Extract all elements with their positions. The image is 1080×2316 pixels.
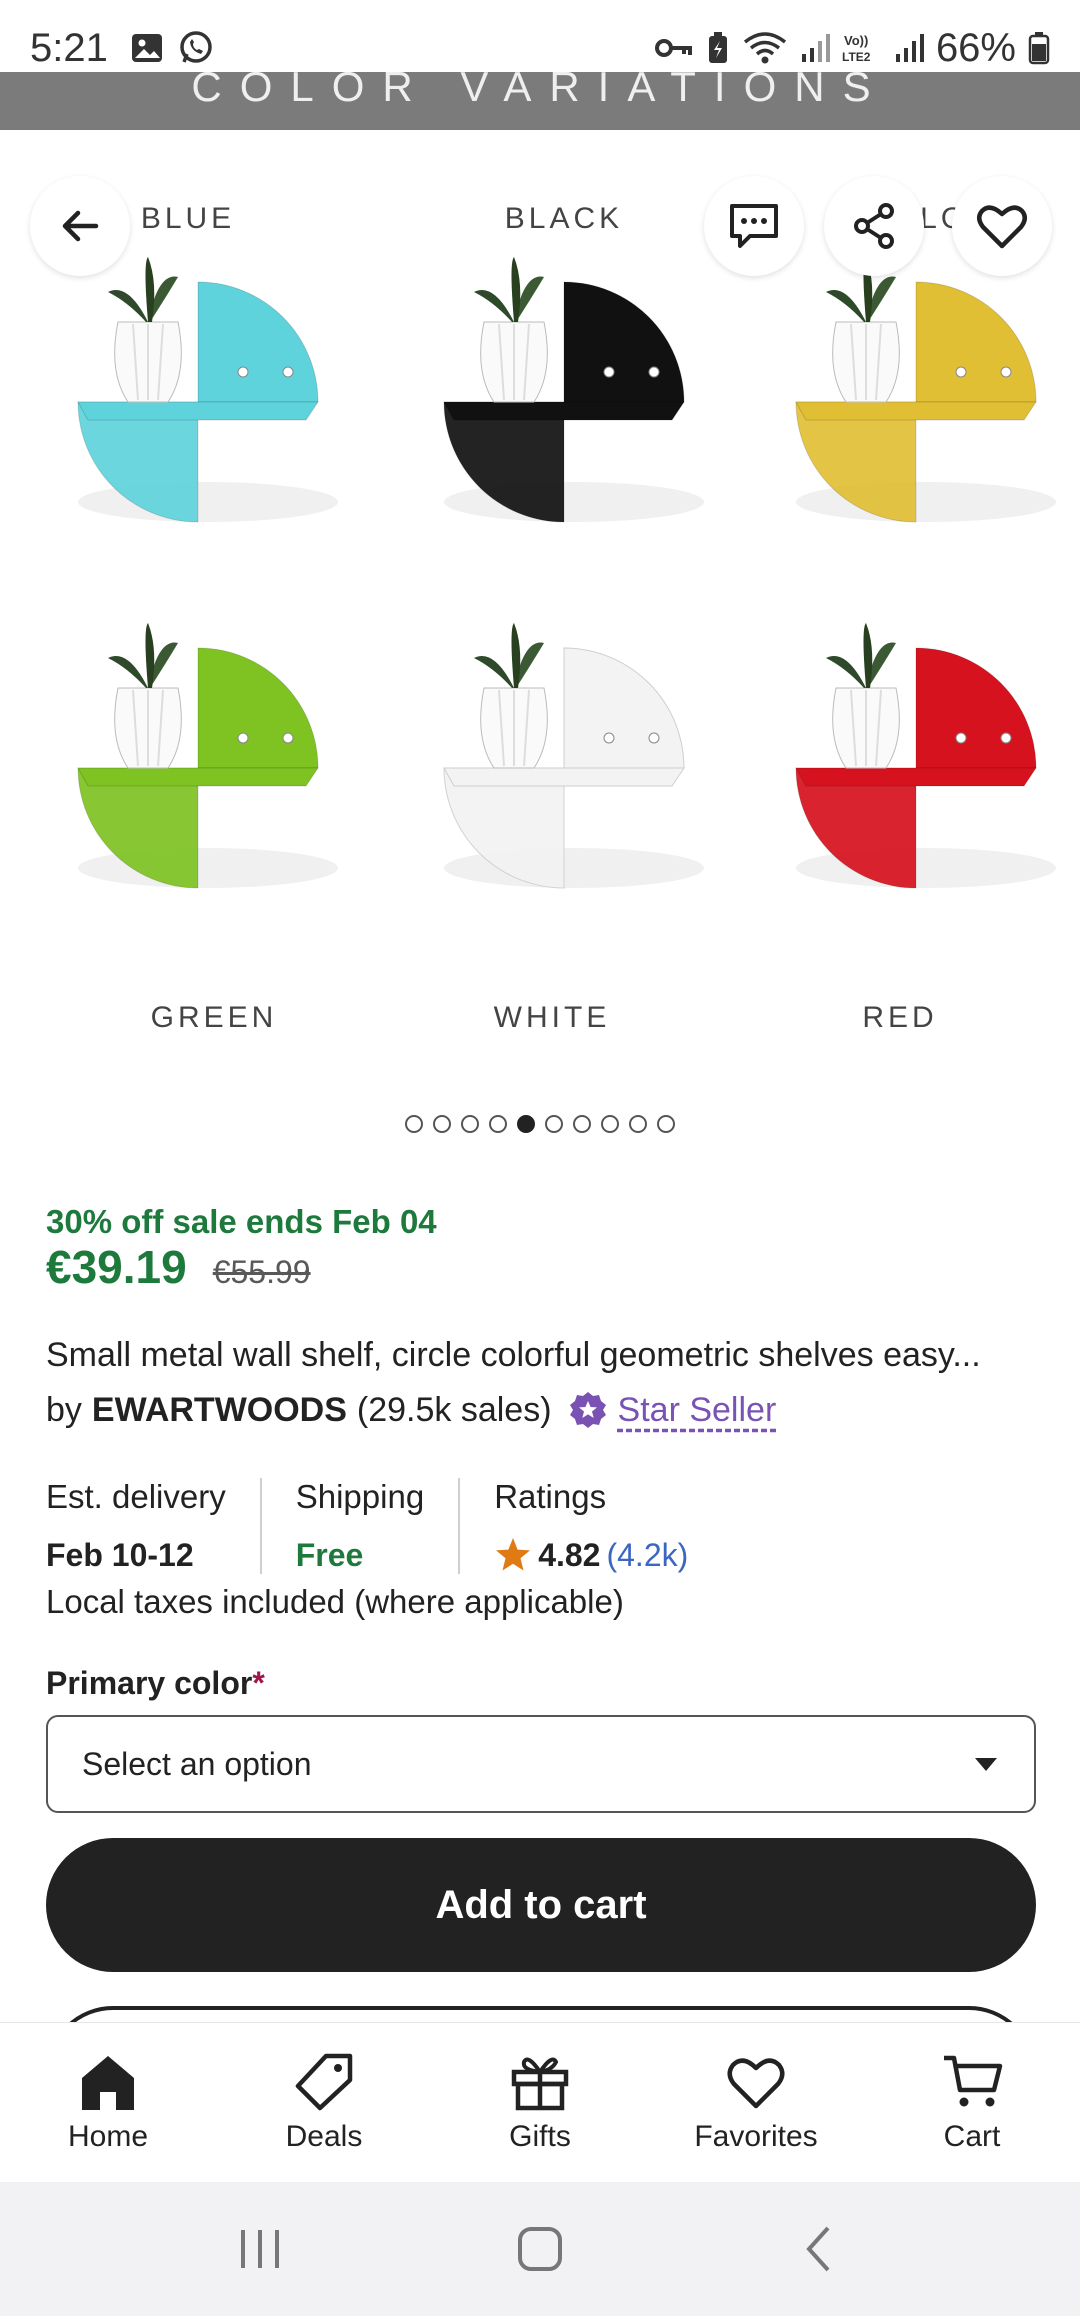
signal-2-icon	[895, 34, 924, 62]
shelf-image-green	[48, 618, 348, 938]
battery-saver-icon	[708, 32, 727, 63]
message-icon	[730, 204, 778, 248]
shelf-image-blue	[48, 252, 348, 572]
heart-icon	[977, 205, 1027, 249]
seller-name-link[interactable]: EWARTWOODS	[92, 1391, 347, 1430]
original-price: €55.99	[212, 1254, 311, 1290]
cart-icon	[944, 2055, 1003, 2106]
favorite-button[interactable]	[952, 176, 1052, 276]
shipping-value: Free	[295, 1537, 364, 1573]
image-carousel-dots[interactable]	[0, 1115, 1080, 1133]
delivery-label: Est. delivery	[46, 1478, 226, 1515]
image-banner-text: COLOR VARIATIONS	[0, 72, 1080, 130]
nav-home[interactable]: Home	[0, 2023, 216, 2182]
home-icon	[82, 2055, 134, 2110]
delivery-value: Feb 10-12	[46, 1537, 194, 1573]
image-top-actions	[0, 176, 1080, 280]
required-asterisk: *	[252, 1665, 265, 1701]
star-icon	[496, 1538, 531, 1571]
dropdown-arrow-icon	[975, 1758, 997, 1771]
product-image-gallery[interactable]: COLOR VARIATIONS BLUE BLACK YELLOW GREEN…	[0, 72, 1080, 1132]
svg-text:Vo)): Vo))	[844, 33, 868, 48]
status-indicators: Vo)) LTE2 66%	[654, 26, 1050, 71]
primary-color-label: Primary color*	[46, 1665, 265, 1702]
ratings-value-row: 4.82 (4.2k)	[494, 1536, 688, 1574]
carousel-dot[interactable]	[601, 1115, 619, 1133]
star-seller-badge-icon	[569, 1392, 606, 1428]
taxes-note: Local taxes included (where applicable)	[46, 1583, 624, 1620]
sale-price: €39.19	[46, 1241, 187, 1293]
svg-text:LTE2: LTE2	[842, 50, 871, 64]
battery-percent: 66%	[935, 25, 1016, 70]
ratings-info[interactable]: Ratings 4.82 (4.2k)	[458, 1478, 722, 1574]
message-seller-button[interactable]	[704, 176, 804, 276]
carousel-dot[interactable]	[433, 1115, 451, 1133]
rating-value: 4.82	[538, 1536, 601, 1573]
primary-color-select[interactable]: Select an option	[46, 1715, 1036, 1813]
shipping-info[interactable]: Shipping Free	[259, 1478, 458, 1574]
shelf-image-black	[414, 252, 714, 572]
carousel-dot[interactable]	[517, 1115, 535, 1133]
home-button-icon[interactable]	[515, 2224, 565, 2274]
delivery-info: Est. delivery Feb 10-12	[46, 1478, 260, 1574]
price-row: €39.19 €55.99	[46, 1240, 311, 1294]
color-label-green: GREEN	[150, 1001, 278, 1034]
nav-cart[interactable]: Cart	[864, 2023, 1080, 2182]
bottom-navigation: Home Deals Gifts Favorites Cart	[0, 2022, 1080, 2182]
share-icon	[854, 203, 894, 249]
tag-icon	[295, 2053, 353, 2110]
signal-icon	[801, 34, 830, 62]
color-label-red: RED	[862, 1001, 938, 1034]
nav-favorites[interactable]: Favorites	[648, 2023, 864, 2182]
vpn-key-icon	[654, 39, 692, 57]
carousel-dot[interactable]	[573, 1115, 591, 1133]
shelf-image-white	[414, 618, 714, 938]
back-nav-icon[interactable]	[795, 2224, 845, 2274]
carousel-dot[interactable]	[629, 1115, 647, 1133]
nav-gifts-label: Gifts	[509, 2119, 571, 2153]
shipping-label: Shipping	[295, 1478, 425, 1515]
color-label-white: WHITE	[493, 1001, 611, 1034]
add-to-cart-button[interactable]: Add to cart	[46, 1838, 1036, 1972]
carousel-dot[interactable]	[657, 1115, 675, 1133]
shelf-image-red	[766, 618, 1066, 938]
carousel-dot[interactable]	[461, 1115, 479, 1133]
sale-banner-text: 30% off sale ends Feb 04	[46, 1203, 437, 1240]
status-time: 5:21	[30, 25, 108, 70]
listing-info-row: Est. delivery Feb 10-12 Shipping Free Ra…	[46, 1478, 1046, 1574]
battery-icon	[1028, 32, 1050, 65]
back-button[interactable]	[30, 176, 130, 276]
select-placeholder: Select an option	[82, 1745, 312, 1782]
nav-home-label: Home	[67, 2119, 149, 2153]
nav-deals-label: Deals	[285, 2119, 363, 2153]
rating-count-link[interactable]: (4.2k)	[606, 1537, 688, 1574]
star-seller-link[interactable]: Star Seller	[618, 1391, 777, 1430]
nav-deals[interactable]: Deals	[216, 2023, 432, 2182]
heart-outline-icon	[727, 2057, 785, 2108]
carousel-dot[interactable]	[489, 1115, 507, 1133]
seller-sales-count: (29.5k sales)	[356, 1390, 552, 1429]
carousel-dot[interactable]	[545, 1115, 563, 1133]
primary-color-label-text: Primary color	[46, 1665, 253, 1701]
nav-favorites-label: Favorites	[694, 2119, 818, 2153]
whatsapp-notification-icon	[178, 30, 214, 66]
nav-gifts[interactable]: Gifts	[432, 2023, 648, 2182]
ratings-label: Ratings	[494, 1478, 607, 1515]
volte-icon: Vo)) LTE2	[842, 33, 871, 64]
gallery-notification-icon	[130, 31, 164, 65]
listing-title[interactable]: Small metal wall shelf, circle colorful …	[46, 1336, 1046, 1375]
arrow-left-icon	[62, 210, 99, 242]
carousel-dot[interactable]	[405, 1115, 423, 1133]
seller-prefix: by	[46, 1390, 82, 1429]
nav-cart-label: Cart	[943, 2119, 1001, 2153]
share-button[interactable]	[824, 176, 924, 276]
shelf-image-yellow	[766, 252, 1066, 572]
recent-apps-icon[interactable]	[235, 2226, 285, 2272]
wifi-icon	[743, 32, 787, 64]
seller-row: by EWARTWOODS (29.5k sales) Star Seller	[46, 1390, 776, 1430]
system-navigation-bar	[0, 2182, 1080, 2316]
gift-icon	[511, 2057, 569, 2110]
